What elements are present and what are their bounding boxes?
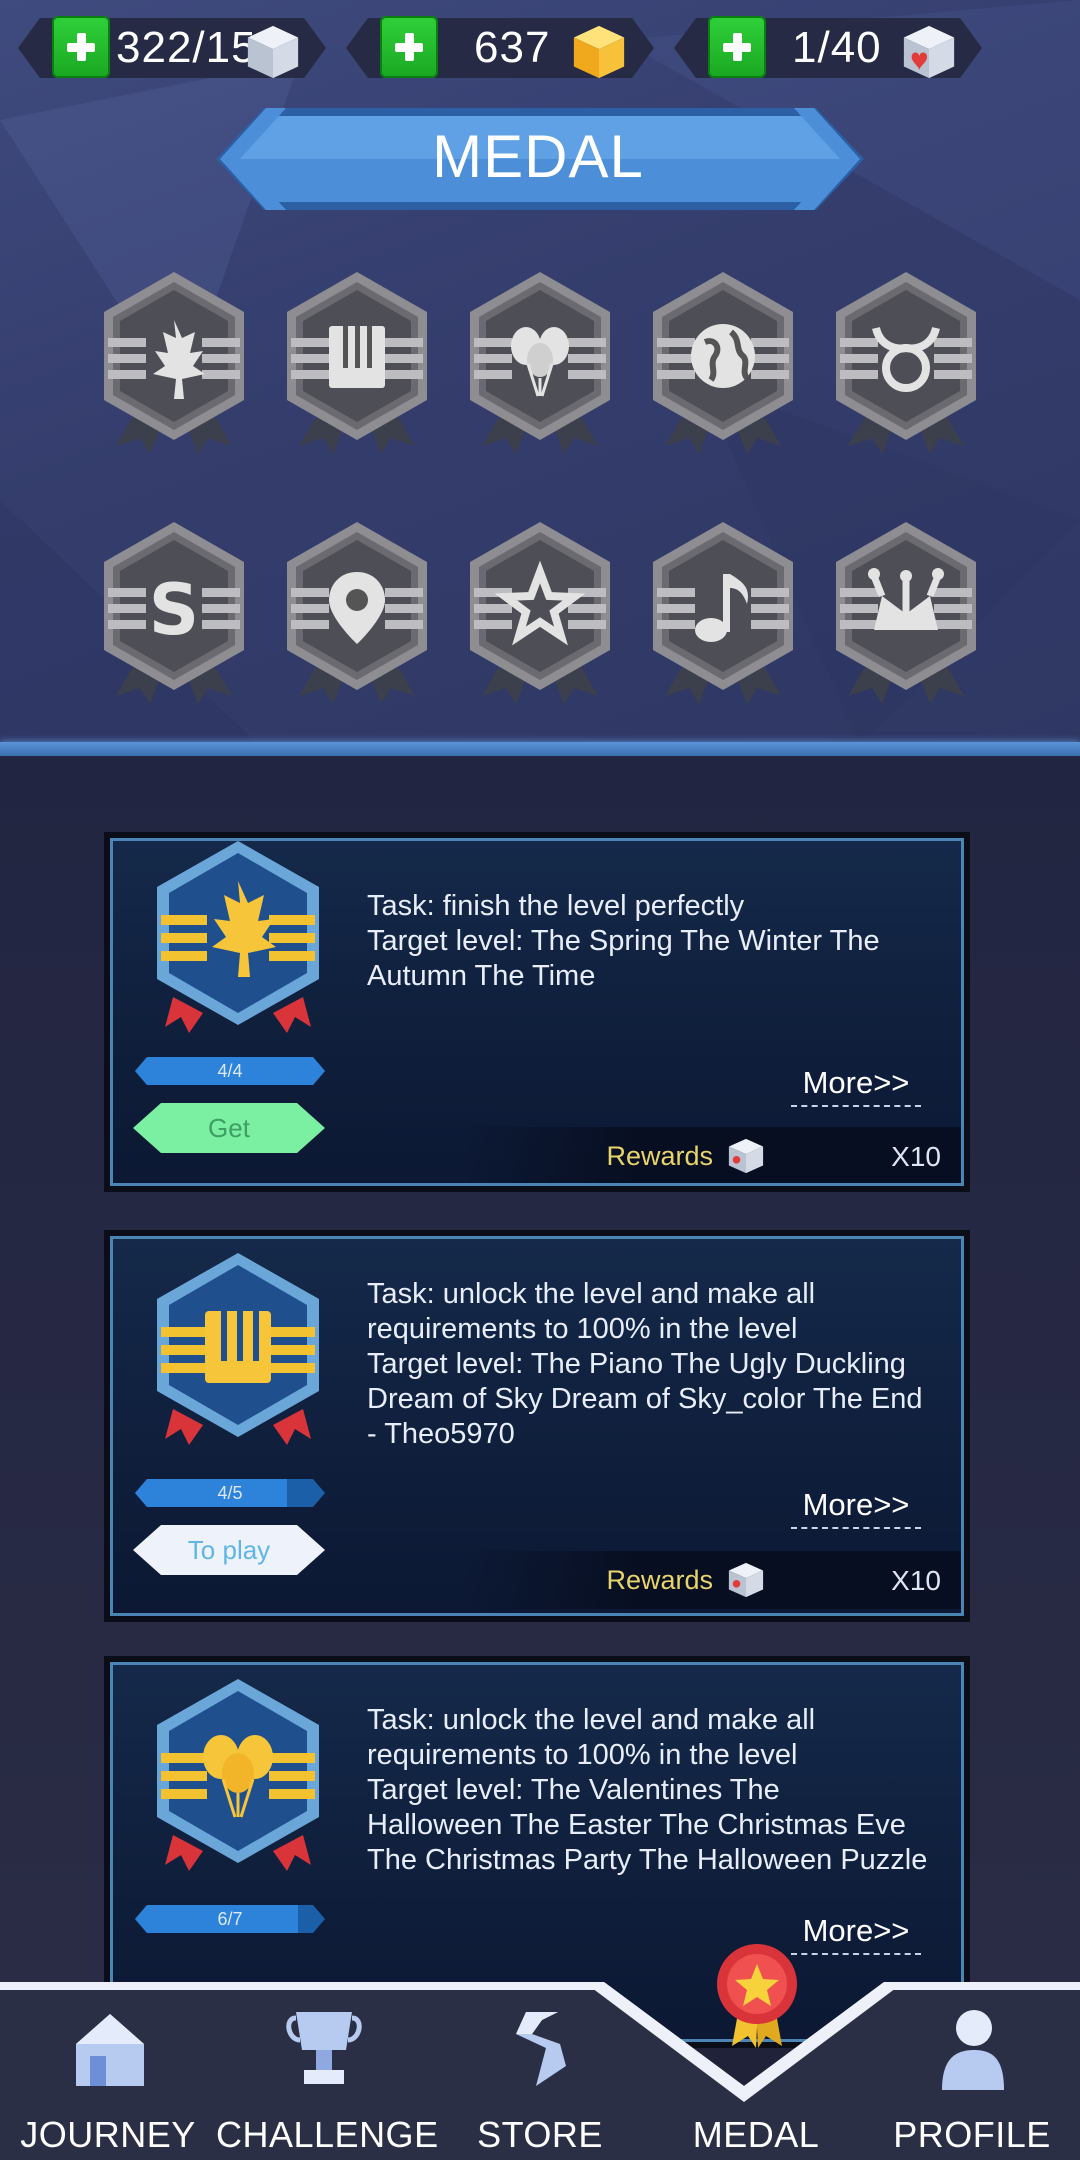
get-reward-button[interactable]: Get <box>133 1103 325 1153</box>
lives-count: 1/40 <box>792 23 882 72</box>
cube-count: 322/15 <box>116 23 257 72</box>
maple-leaf-icon <box>104 272 244 454</box>
heart-cube-reward-icon <box>728 1138 764 1174</box>
to-play-button[interactable]: To play <box>133 1525 325 1575</box>
progress-text: 4/4 <box>217 1061 243 1081</box>
cube-icon <box>247 25 299 79</box>
medal-progress-bar: 4/5 <box>135 1479 325 1507</box>
locked-medal-letter-s[interactable]: S <box>94 518 254 708</box>
locked-medal-piano[interactable] <box>277 268 437 458</box>
nav-medal[interactable]: MEDAL <box>648 1944 864 2160</box>
piano-icon <box>287 272 427 454</box>
nav-challenge[interactable]: CHALLENGE <box>216 1966 439 2160</box>
nav-journey-label: JOURNEY <box>20 2114 196 2155</box>
locked-medal-taurus[interactable] <box>826 268 986 458</box>
location-pin-icon <box>287 522 427 704</box>
rewards-label: Rewards <box>606 1141 713 1171</box>
lives-counter: 1/40 <box>674 12 982 84</box>
more-link[interactable]: More>> <box>791 1913 921 1955</box>
rewards-quantity: X10 <box>891 1565 941 1596</box>
medal-task-list: Task: finish the level perfectly Target … <box>0 756 1080 2048</box>
cube-counter: 322/15 <box>18 12 326 84</box>
rewards-quantity: X10 <box>891 1141 941 1172</box>
task-description: Task: unlock the level and make all requ… <box>367 1278 923 1450</box>
medal-card-frame: Task: unlock the level and make all requ… <box>110 1236 964 1616</box>
medal-card-maple: Task: finish the level perfectly Target … <box>104 832 970 1192</box>
nav-journey[interactable]: JOURNEY <box>0 1966 216 2160</box>
balloons-icon <box>470 272 610 454</box>
svg-text:S: S <box>149 569 199 651</box>
medal-ribbon-icon <box>717 1944 797 2048</box>
add-lives-button[interactable] <box>708 16 766 78</box>
nav-medal-label: MEDAL <box>692 2114 820 2155</box>
maple-leaf-medal-icon <box>157 841 319 1033</box>
gold-cube-icon <box>573 25 625 79</box>
music-note-icon <box>653 522 793 704</box>
more-link[interactable]: More>> <box>791 1487 921 1529</box>
medal-card-piano: Task: unlock the level and make all requ… <box>104 1230 970 1622</box>
star-icon <box>470 522 610 704</box>
locked-medal-music-note[interactable] <box>643 518 803 708</box>
divider-line <box>0 742 1080 756</box>
progress-text: 6/7 <box>217 1909 243 1929</box>
more-link[interactable]: More>> <box>791 1065 921 1107</box>
gold-counter: 637 <box>346 12 654 84</box>
store-s-icon <box>516 2012 566 2086</box>
task-description: Task: finish the level perfectly Target … <box>367 890 880 992</box>
bottom-navigation: JOURNEY CHALLENGE STORE MEDAL PROFILE <box>0 1944 1080 2160</box>
nav-store[interactable]: STORE <box>432 1966 648 2160</box>
house-icon <box>76 2014 144 2086</box>
heart-cube-icon <box>903 25 955 79</box>
page-title: MEDAL <box>432 123 644 190</box>
locked-medal-jester-hat[interactable] <box>826 518 986 708</box>
gold-count: 637 <box>474 23 551 72</box>
progress-text: 4/5 <box>217 1483 243 1503</box>
medal-progress-bar: 6/7 <box>135 1905 325 1933</box>
piano-medal-icon <box>157 1253 319 1445</box>
locked-medal-maple-leaf[interactable] <box>94 268 254 458</box>
heart-cube-reward-icon <box>728 1562 764 1598</box>
medal-card-frame: Task: finish the level perfectly Target … <box>110 838 964 1186</box>
balloons-medal-icon <box>157 1679 319 1871</box>
profile-person-icon <box>942 2010 1004 2090</box>
nav-store-label: STORE <box>477 2114 603 2155</box>
nav-profile-label: PROFILE <box>893 2114 1051 2155</box>
locked-medal-location-pin[interactable] <box>277 518 437 708</box>
rewards-label: Rewards <box>606 1565 713 1595</box>
trophy-icon <box>286 2012 362 2084</box>
jester-hat-icon <box>836 522 976 704</box>
add-gold-button[interactable] <box>380 16 438 78</box>
globe-icon <box>653 272 793 454</box>
medal-header-panel: 322/15 637 1/40 MEDAL S <box>0 0 1080 746</box>
task-description: Task: unlock the level and make all requ… <box>367 1704 928 1876</box>
locked-medal-star[interactable] <box>460 518 620 708</box>
add-cubes-button[interactable] <box>52 16 110 78</box>
medal-progress-bar: 4/4 <box>135 1057 325 1085</box>
page-title-banner: MEDAL <box>218 108 858 204</box>
letter-s-icon: S <box>104 522 244 704</box>
nav-challenge-label: CHALLENGE <box>216 2114 439 2155</box>
taurus-icon <box>836 272 976 454</box>
nav-profile[interactable]: PROFILE <box>864 1966 1080 2160</box>
locked-medal-globe[interactable] <box>643 268 803 458</box>
locked-medal-balloons[interactable] <box>460 268 620 458</box>
